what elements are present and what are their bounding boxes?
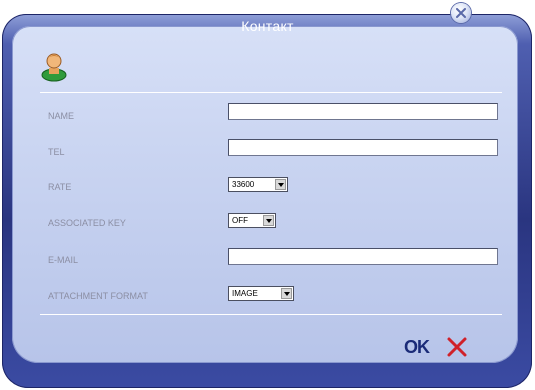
name-label: NAME: [48, 111, 75, 121]
associated-key-value: OFF: [232, 216, 248, 225]
chevron-down-icon[interactable]: [281, 288, 292, 299]
ok-button[interactable]: OK: [404, 337, 430, 358]
contact-icon: [41, 53, 67, 82]
associated-key-select[interactable]: OFF: [228, 213, 276, 228]
attachment-format-value: IMAGE: [232, 289, 258, 298]
tel-input[interactable]: [228, 139, 498, 156]
rate-select[interactable]: 33600: [228, 177, 288, 192]
cancel-icon[interactable]: [446, 336, 468, 358]
email-input[interactable]: [228, 248, 498, 265]
chevron-down-icon[interactable]: [263, 215, 274, 226]
attachment-format-label: ATTACHMENT FORMAT: [48, 291, 148, 301]
dialog-panel: [12, 26, 518, 363]
rate-value: 33600: [232, 180, 255, 189]
associated-key-label: ASSOCIATED KEY: [48, 218, 126, 228]
dialog-title: Контакт: [241, 18, 294, 34]
name-input[interactable]: [228, 103, 498, 120]
tel-label: TEL: [48, 147, 65, 157]
email-label: E-MAIL: [48, 255, 79, 265]
chevron-down-icon[interactable]: [275, 179, 286, 190]
top-divider: [40, 92, 502, 93]
bottom-divider: [40, 314, 502, 315]
attachment-format-select[interactable]: IMAGE: [228, 286, 294, 301]
rate-label: RATE: [48, 182, 72, 192]
